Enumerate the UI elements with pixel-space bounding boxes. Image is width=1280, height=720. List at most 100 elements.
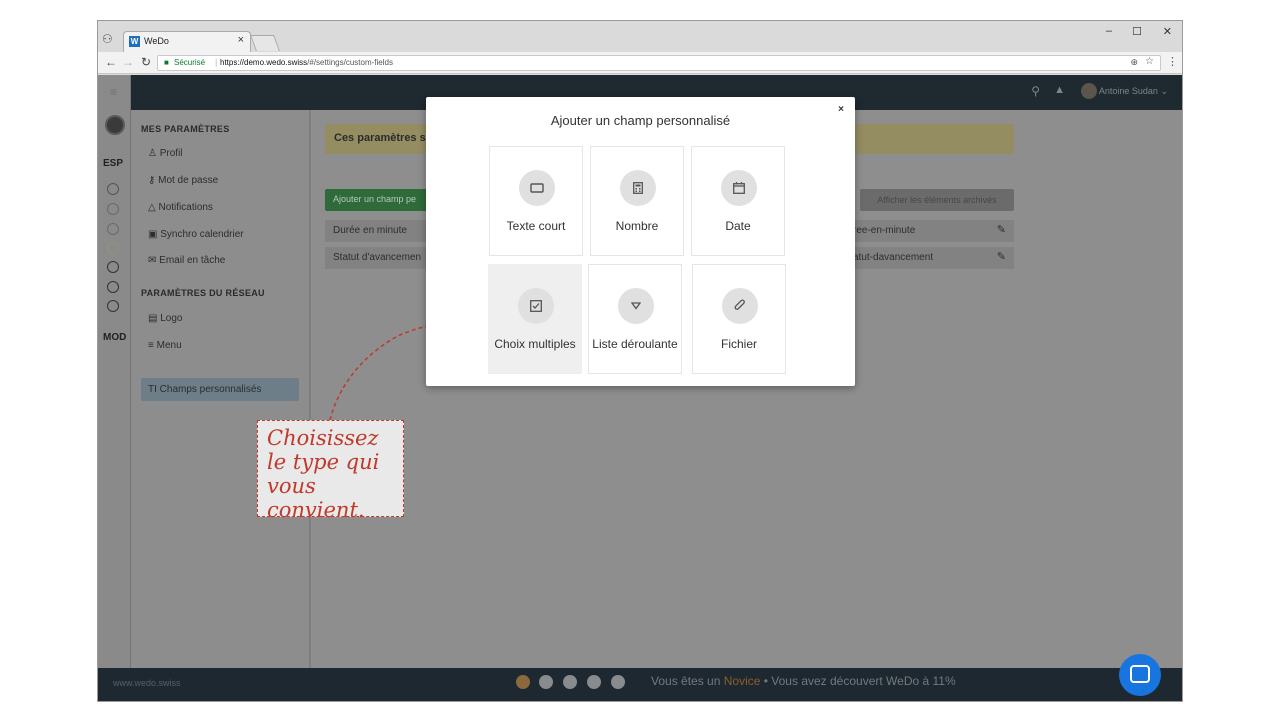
- type-label: Choix multiples: [494, 337, 576, 351]
- sidebar-item-custom-fields[interactable]: TI Champs personnalisés: [141, 378, 299, 401]
- add-custom-field-modal: Ajouter un champ personnalisé × Texte co…: [426, 97, 855, 386]
- callout-box: Choisissez le type qui vous convient.: [257, 420, 404, 522]
- user-avatar[interactable]: [1081, 83, 1097, 99]
- field-name: Durée en minute: [333, 225, 407, 236]
- window-close-icon[interactable]: ✕: [1163, 25, 1172, 38]
- progress-step-dot: [516, 675, 530, 689]
- modal-title: Ajouter un champ personnalisé: [550, 113, 731, 128]
- chat-button[interactable]: [1119, 654, 1161, 696]
- tab-title: WeDo: [144, 36, 169, 46]
- banner-text: Ces paramètres s: [334, 132, 426, 144]
- type-card-file[interactable]: Fichier: [692, 264, 786, 374]
- left-rail: ≡ ESP MOD: [98, 75, 131, 701]
- forward-icon[interactable]: →: [122, 55, 134, 69]
- browser-tab[interactable]: W WeDo ×: [123, 31, 251, 52]
- browser-menu-icon[interactable]: ⋮: [1167, 55, 1178, 68]
- field-key: atut-davancement: [853, 252, 934, 263]
- type-card-date[interactable]: Date: [691, 146, 785, 256]
- secure-label: Sécurisé: [174, 58, 206, 67]
- url-text: https://demo.wedo.swiss/#/settings/custo…: [220, 58, 393, 67]
- hamburger-icon[interactable]: ≡: [110, 85, 117, 99]
- search-icon[interactable]: ⚲: [1031, 84, 1040, 98]
- sidebar-item-logo[interactable]: ▤ Logo: [148, 313, 182, 324]
- space-circle-icon[interactable]: [107, 300, 119, 312]
- type-label: Nombre: [615, 219, 659, 233]
- space-circle-icon[interactable]: [107, 223, 119, 235]
- sidebar-item-email-task[interactable]: ✉ Email en tâche: [148, 255, 225, 266]
- url-separator: |: [215, 57, 218, 67]
- bell-icon[interactable]: ▲: [1054, 84, 1065, 96]
- space-circle-icon[interactable]: [107, 261, 119, 273]
- sidebar-item-password[interactable]: ⚷ Mot de passe: [148, 175, 218, 186]
- type-label: Liste déroulante: [592, 337, 678, 351]
- progress-step-dot: [611, 675, 625, 689]
- url-path: /#/settings/custom-fields: [307, 58, 393, 67]
- type-card-short-text[interactable]: Texte court: [489, 146, 583, 256]
- sidebar-item-label: Synchro calendrier: [160, 229, 244, 240]
- footer-brand: www.wedo.swiss: [113, 678, 181, 688]
- text-input-icon: [519, 170, 555, 206]
- paperclip-icon: [722, 288, 758, 324]
- progress-step-dot: [587, 675, 601, 689]
- progress-status: Vous êtes un Novice • Vous avez découver…: [651, 674, 956, 688]
- space-circle-icon[interactable]: [107, 281, 119, 293]
- maximize-icon[interactable]: ☐: [1132, 25, 1142, 38]
- sidebar-item-profil[interactable]: ♙ Profil: [148, 148, 183, 159]
- pencil-icon[interactable]: ✎: [997, 250, 1006, 263]
- my-settings-title: MES PARAMÈTRES: [141, 124, 230, 134]
- type-card-dropdown[interactable]: Liste déroulante: [588, 264, 682, 374]
- sidebar-item-label: Logo: [160, 313, 183, 324]
- show-archived-button[interactable]: Afficher les éléments archivés: [860, 189, 1014, 211]
- sidebar-item-label: Email en tâche: [159, 255, 226, 266]
- footer-bar: www.wedo.swiss Vous êtes un Novice • Vou…: [98, 668, 1182, 701]
- space-circle-icon[interactable]: [107, 183, 119, 195]
- calendar-icon: [721, 170, 757, 206]
- new-tab-button[interactable]: [250, 35, 280, 51]
- reload-icon[interactable]: ↻: [141, 55, 151, 69]
- status-prefix: Vous êtes un: [651, 674, 724, 688]
- sidebar-item-calendar-sync[interactable]: ▣ Synchro calendrier: [148, 229, 244, 240]
- settings-sidebar: MES PARAMÈTRES ♙ Profil ⚷ Mot de passe △…: [131, 110, 310, 668]
- sidebar-item-menu[interactable]: ≡ Menu: [148, 340, 182, 351]
- esp-label: ESP: [103, 158, 124, 169]
- user-name: Antoine Sudan: [1098, 86, 1158, 96]
- space-circle-icon[interactable]: [107, 203, 119, 215]
- pencil-icon[interactable]: ✎: [997, 223, 1006, 236]
- field-key: ree-en-minute: [853, 225, 916, 236]
- progress-step-dot: [539, 675, 553, 689]
- avatar[interactable]: [105, 115, 125, 135]
- status-suffix: • Vous avez découvert WeDo à 11%: [760, 674, 956, 688]
- sidebar-item-notifications[interactable]: △ Notifications: [148, 202, 213, 213]
- minimize-icon[interactable]: –: [1106, 25, 1112, 37]
- wedo-favicon-icon: W: [129, 36, 140, 47]
- tab-close-icon[interactable]: ×: [238, 34, 244, 46]
- sidebar-item-label: TI Champs personnalisés: [148, 384, 262, 395]
- progress-step-dot: [563, 675, 577, 689]
- type-card-multiple-choice[interactable]: Choix multiples: [488, 264, 582, 374]
- checkbox-icon: [518, 288, 554, 324]
- field-name: Statut d'avancemen: [333, 252, 422, 263]
- browser-profile-icon[interactable]: ⚇: [102, 32, 113, 46]
- network-settings-title: PARAMÈTRES DU RÉSEAU: [141, 288, 265, 298]
- url-domain: https://demo.wedo.swiss: [220, 58, 308, 67]
- status-level: Novice: [723, 674, 761, 688]
- address-bar: ← → ↻ ■ Sécurisé | https://demo.wedo.swi…: [98, 52, 1182, 74]
- url-field[interactable]: ■ Sécurisé | https://demo.wedo.swiss/#/s…: [157, 55, 1161, 71]
- sidebar-item-label: Mot de passe: [158, 175, 219, 186]
- back-icon[interactable]: ←: [105, 55, 117, 69]
- user-menu[interactable]: Antoine Sudan ⌄: [1099, 86, 1168, 97]
- zoom-icon[interactable]: ⊕: [1130, 57, 1138, 68]
- bookmark-star-icon[interactable]: ☆: [1145, 56, 1154, 67]
- type-label: Fichier: [720, 337, 757, 351]
- type-card-number[interactable]: Nombre: [590, 146, 684, 256]
- callout-text: Choisissez le type qui vous convient.: [267, 426, 380, 522]
- modal-close-icon[interactable]: ×: [838, 104, 844, 115]
- sidebar-item-label: Menu: [156, 340, 182, 351]
- space-circle-icon[interactable]: [107, 242, 119, 254]
- lock-icon: ■: [164, 58, 169, 67]
- add-custom-field-button[interactable]: Ajouter un champ pe: [325, 189, 435, 211]
- calculator-icon: [620, 170, 656, 206]
- sidebar-item-label: Profil: [159, 148, 183, 159]
- type-label: Texte court: [506, 219, 566, 233]
- tab-bar: ⚇ W WeDo × – ☐ ✕: [98, 21, 1182, 52]
